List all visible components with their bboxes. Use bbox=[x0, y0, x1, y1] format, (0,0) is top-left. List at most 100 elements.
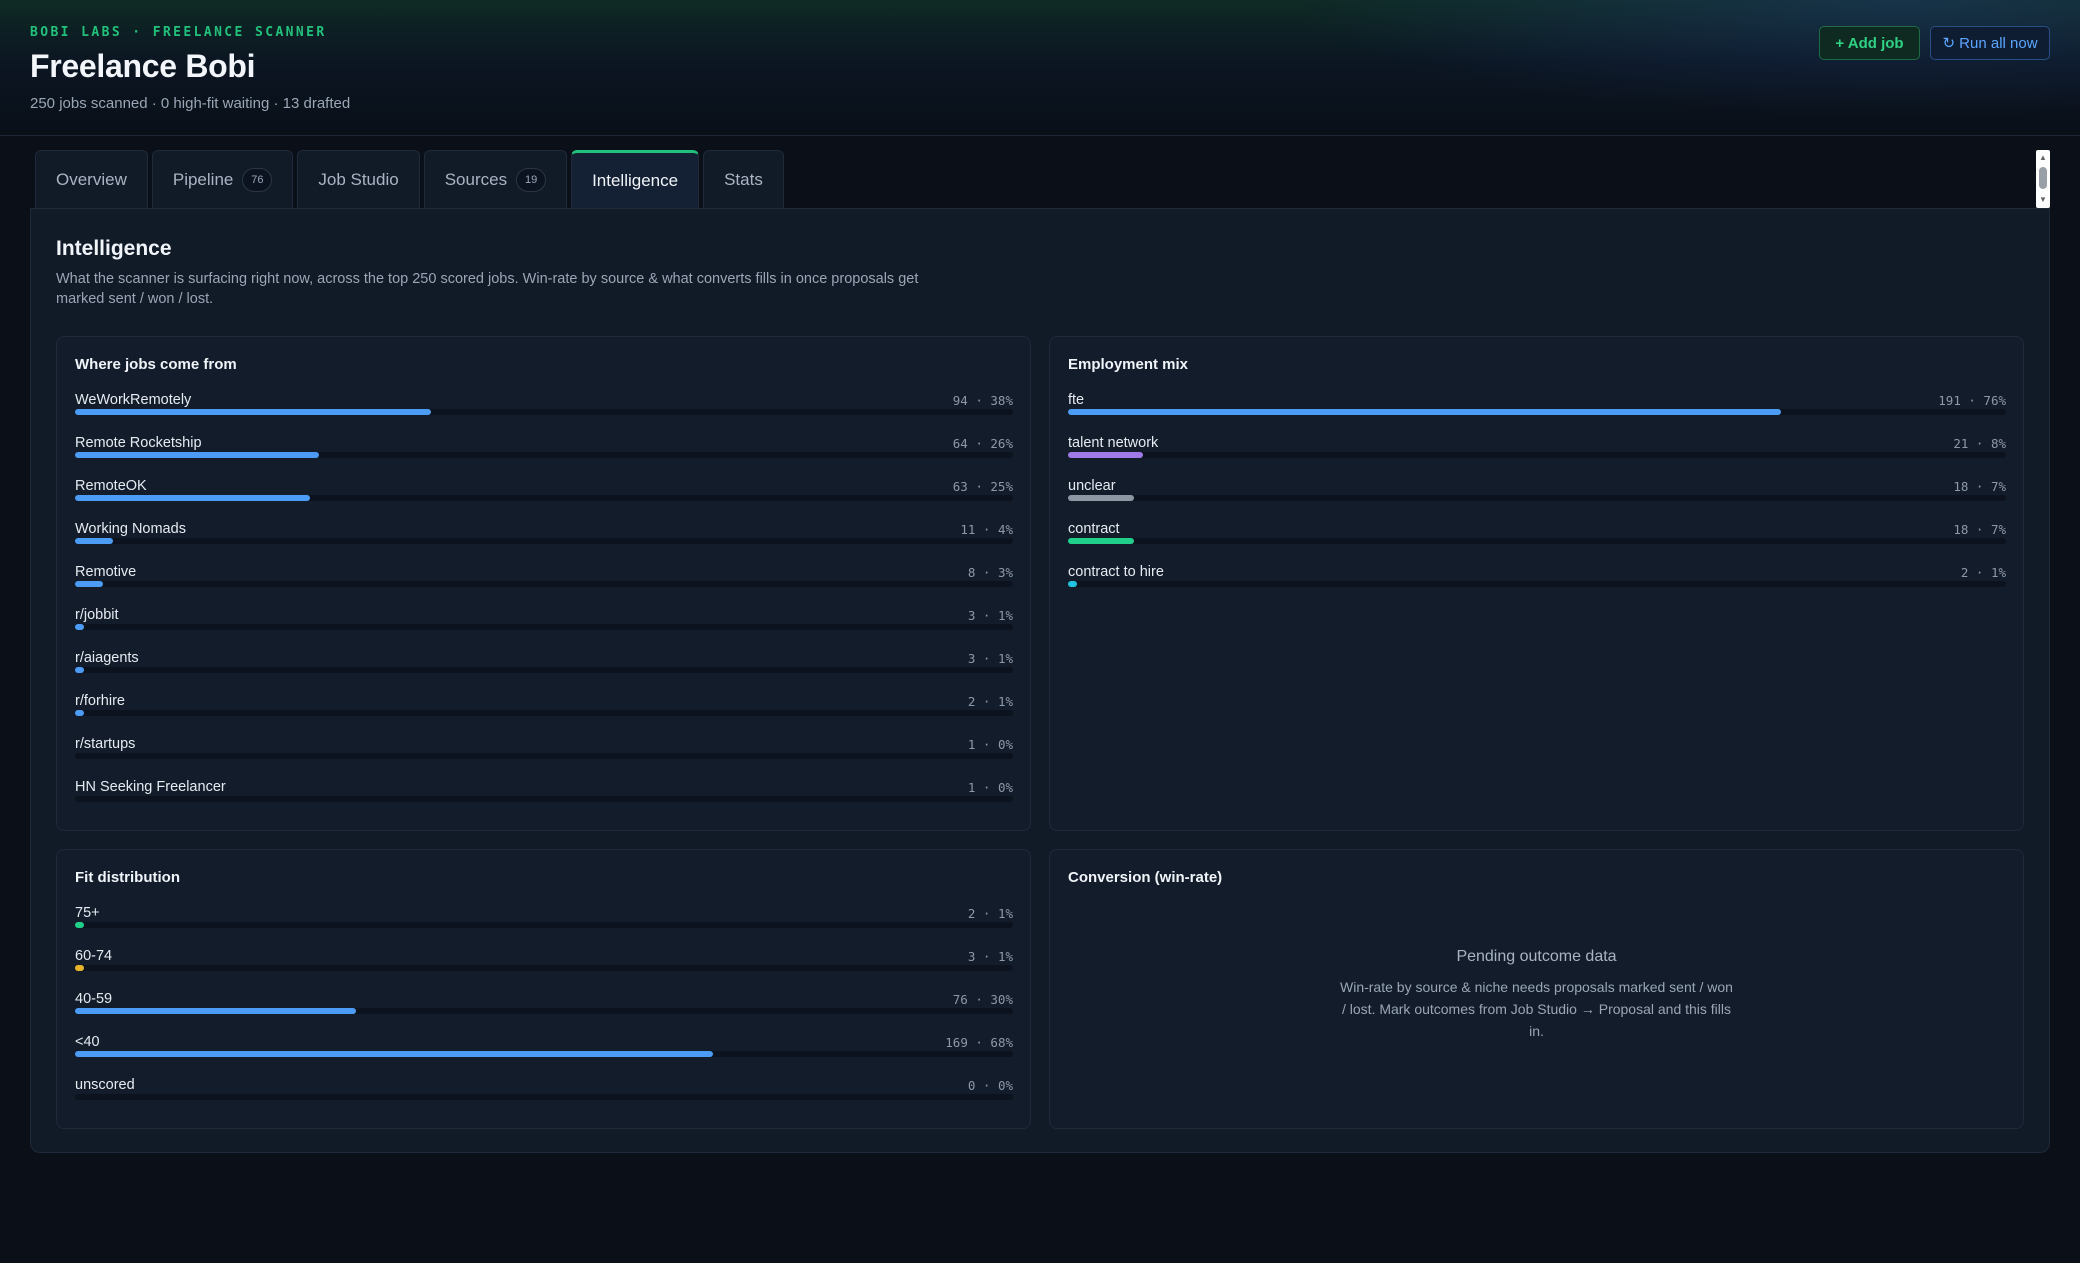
bar-fill bbox=[75, 452, 319, 458]
bar-label: WeWorkRemotely bbox=[75, 392, 192, 408]
bar-track bbox=[75, 1094, 1013, 1100]
bar-track bbox=[75, 710, 1013, 716]
app-header: BOBI LABS · FREELANCE SCANNER Freelance … bbox=[0, 0, 2080, 136]
bar-fill bbox=[75, 710, 85, 716]
bar-label: unscored bbox=[75, 1077, 135, 1093]
bar-value: 2 · 1% bbox=[967, 906, 1013, 921]
bar-fill bbox=[1068, 538, 1134, 544]
bar-value: 21 · 8% bbox=[1953, 436, 2006, 451]
bar-track bbox=[75, 1008, 1013, 1014]
bar-row: WeWorkRemotely 94 · 38% bbox=[75, 392, 1013, 435]
bar-row: unscored 0 · 0% bbox=[75, 1077, 1013, 1120]
bar-fill bbox=[75, 1008, 357, 1014]
fit-card-title: Fit distribution bbox=[75, 869, 180, 886]
bar-label: talent network bbox=[1068, 435, 1159, 451]
bar-label: contract to hire bbox=[1068, 564, 1164, 580]
bar-fill bbox=[1068, 409, 1781, 415]
header-glow bbox=[1180, 0, 2080, 136]
bar-fill bbox=[1068, 495, 1134, 501]
bar-value: 1 · 0% bbox=[967, 780, 1013, 795]
bar-label: 60-74 bbox=[75, 948, 113, 964]
bar-row: contract 18 · 7% bbox=[1068, 521, 2006, 564]
scrollbar-thumb[interactable] bbox=[2039, 167, 2047, 189]
bar-label: 75+ bbox=[75, 905, 100, 921]
scan-summary: 250 jobs scanned · 0 high-fit waiting · … bbox=[30, 95, 351, 112]
tab-label: Sources bbox=[444, 169, 508, 189]
bar-row: RemoteOK 63 · 25% bbox=[75, 478, 1013, 521]
bar-value: 2 · 1% bbox=[1960, 565, 2006, 580]
bar-row: r/forhire 2 · 1% bbox=[75, 693, 1013, 736]
bar-value: 18 · 7% bbox=[1953, 522, 2006, 537]
bar-fill bbox=[75, 922, 85, 928]
bar-label: Working Nomads bbox=[75, 521, 186, 537]
bar-track bbox=[1068, 409, 2006, 415]
bar-label: r/startups bbox=[75, 736, 136, 752]
bar-row: 40-59 76 · 30% bbox=[75, 991, 1013, 1034]
bar-row: <40 169 · 68% bbox=[75, 1034, 1013, 1077]
employment-card-title: Employment mix bbox=[1068, 356, 1189, 373]
bar-track bbox=[75, 667, 1013, 673]
bar-fill bbox=[1068, 581, 1078, 587]
scroll-down-icon[interactable]: ▼ bbox=[2039, 195, 2047, 204]
bar-row: r/aiagents 3 · 1% bbox=[75, 650, 1013, 693]
tab-sources[interactable]: Sources 19 bbox=[423, 150, 568, 208]
bar-track bbox=[1068, 538, 2006, 544]
bar-track bbox=[75, 922, 1013, 928]
add-job-button[interactable]: + Add job bbox=[1819, 26, 1920, 60]
scroll-up-icon[interactable]: ▲ bbox=[2039, 153, 2047, 162]
scrollbar[interactable]: ▲ ▼ bbox=[2036, 150, 2050, 208]
bar-track bbox=[1068, 581, 2006, 587]
bar-row: unclear 18 · 7% bbox=[1068, 478, 2006, 521]
tab-count-badge: 19 bbox=[516, 167, 547, 192]
bar-value: 2 · 1% bbox=[967, 694, 1013, 709]
intelligence-panel: Intelligence What the scanner is surfaci… bbox=[30, 208, 2050, 1153]
bar-label: r/forhire bbox=[75, 693, 125, 709]
bar-row: contract to hire 2 · 1% bbox=[1068, 564, 2006, 607]
pending-title: Pending outcome data bbox=[1456, 948, 1617, 965]
run-all-button[interactable]: ↻ Run all now bbox=[1930, 26, 2050, 60]
bar-label: r/aiagents bbox=[75, 650, 139, 666]
bar-label: Remote Rocketship bbox=[75, 435, 202, 451]
bar-value: 191 · 76% bbox=[1938, 393, 2006, 408]
bar-label: 40-59 bbox=[75, 991, 113, 1007]
tab-label: Stats bbox=[724, 169, 763, 189]
tab-label: Pipeline bbox=[172, 169, 234, 189]
tab-overview[interactable]: Overview bbox=[35, 150, 148, 208]
bar-track bbox=[1068, 452, 2006, 458]
tab-label: Overview bbox=[56, 169, 127, 189]
bar-label: RemoteOK bbox=[75, 478, 147, 494]
bar-value: 64 · 26% bbox=[952, 436, 1013, 451]
tab-job-studio[interactable]: Job Studio bbox=[297, 150, 420, 208]
bar-row: talent network 21 · 8% bbox=[1068, 435, 2006, 478]
tab-intelligence[interactable]: Intelligence bbox=[571, 150, 700, 208]
employment-card: Employment mix fte 191 · 76% talent networ… bbox=[1049, 336, 2024, 831]
sources-list: WeWorkRemotely 94 · 38% Remote Rocketship 6… bbox=[75, 392, 1013, 822]
bar-fill bbox=[75, 667, 85, 673]
bar-row: r/jobbit 3 · 1% bbox=[75, 607, 1013, 650]
bar-track bbox=[75, 538, 1013, 544]
tab-pipeline[interactable]: Pipeline 76 bbox=[151, 150, 294, 208]
bar-row: r/startups 1 · 0% bbox=[75, 736, 1013, 779]
bar-fill bbox=[75, 538, 113, 544]
bar-value: 18 · 7% bbox=[1953, 479, 2006, 494]
tab-stats[interactable]: Stats bbox=[703, 150, 784, 208]
tab-count-badge: 76 bbox=[242, 167, 273, 192]
bar-track bbox=[75, 965, 1013, 971]
employment-list: fte 191 · 76% talent network 21 · 8% unclear… bbox=[1068, 392, 2006, 607]
bar-value: 3 · 1% bbox=[967, 608, 1013, 623]
bar-label: fte bbox=[1068, 392, 1085, 408]
sources-card: Where jobs come from WeWorkRemotely 94 · … bbox=[56, 336, 1031, 831]
bar-value: 76 · 30% bbox=[952, 992, 1013, 1007]
bar-track bbox=[75, 452, 1013, 458]
bar-row: fte 191 · 76% bbox=[1068, 392, 2006, 435]
bar-value: 169 · 68% bbox=[945, 1035, 1013, 1050]
tab-label: Intelligence bbox=[592, 170, 679, 190]
bar-row: 75+ 2 · 1% bbox=[75, 905, 1013, 948]
bar-fill bbox=[75, 409, 432, 415]
fit-card: Fit distribution 75+ 2 · 1% 60-74 3 · 1% 40-… bbox=[56, 849, 1031, 1129]
page-title: Intelligence bbox=[56, 237, 172, 260]
bar-label: Remotive bbox=[75, 564, 137, 580]
bar-value: 0 · 0% bbox=[967, 1078, 1013, 1093]
bar-value: 3 · 1% bbox=[967, 949, 1013, 964]
page-description: What the scanner is surfacing right now,… bbox=[56, 271, 919, 307]
